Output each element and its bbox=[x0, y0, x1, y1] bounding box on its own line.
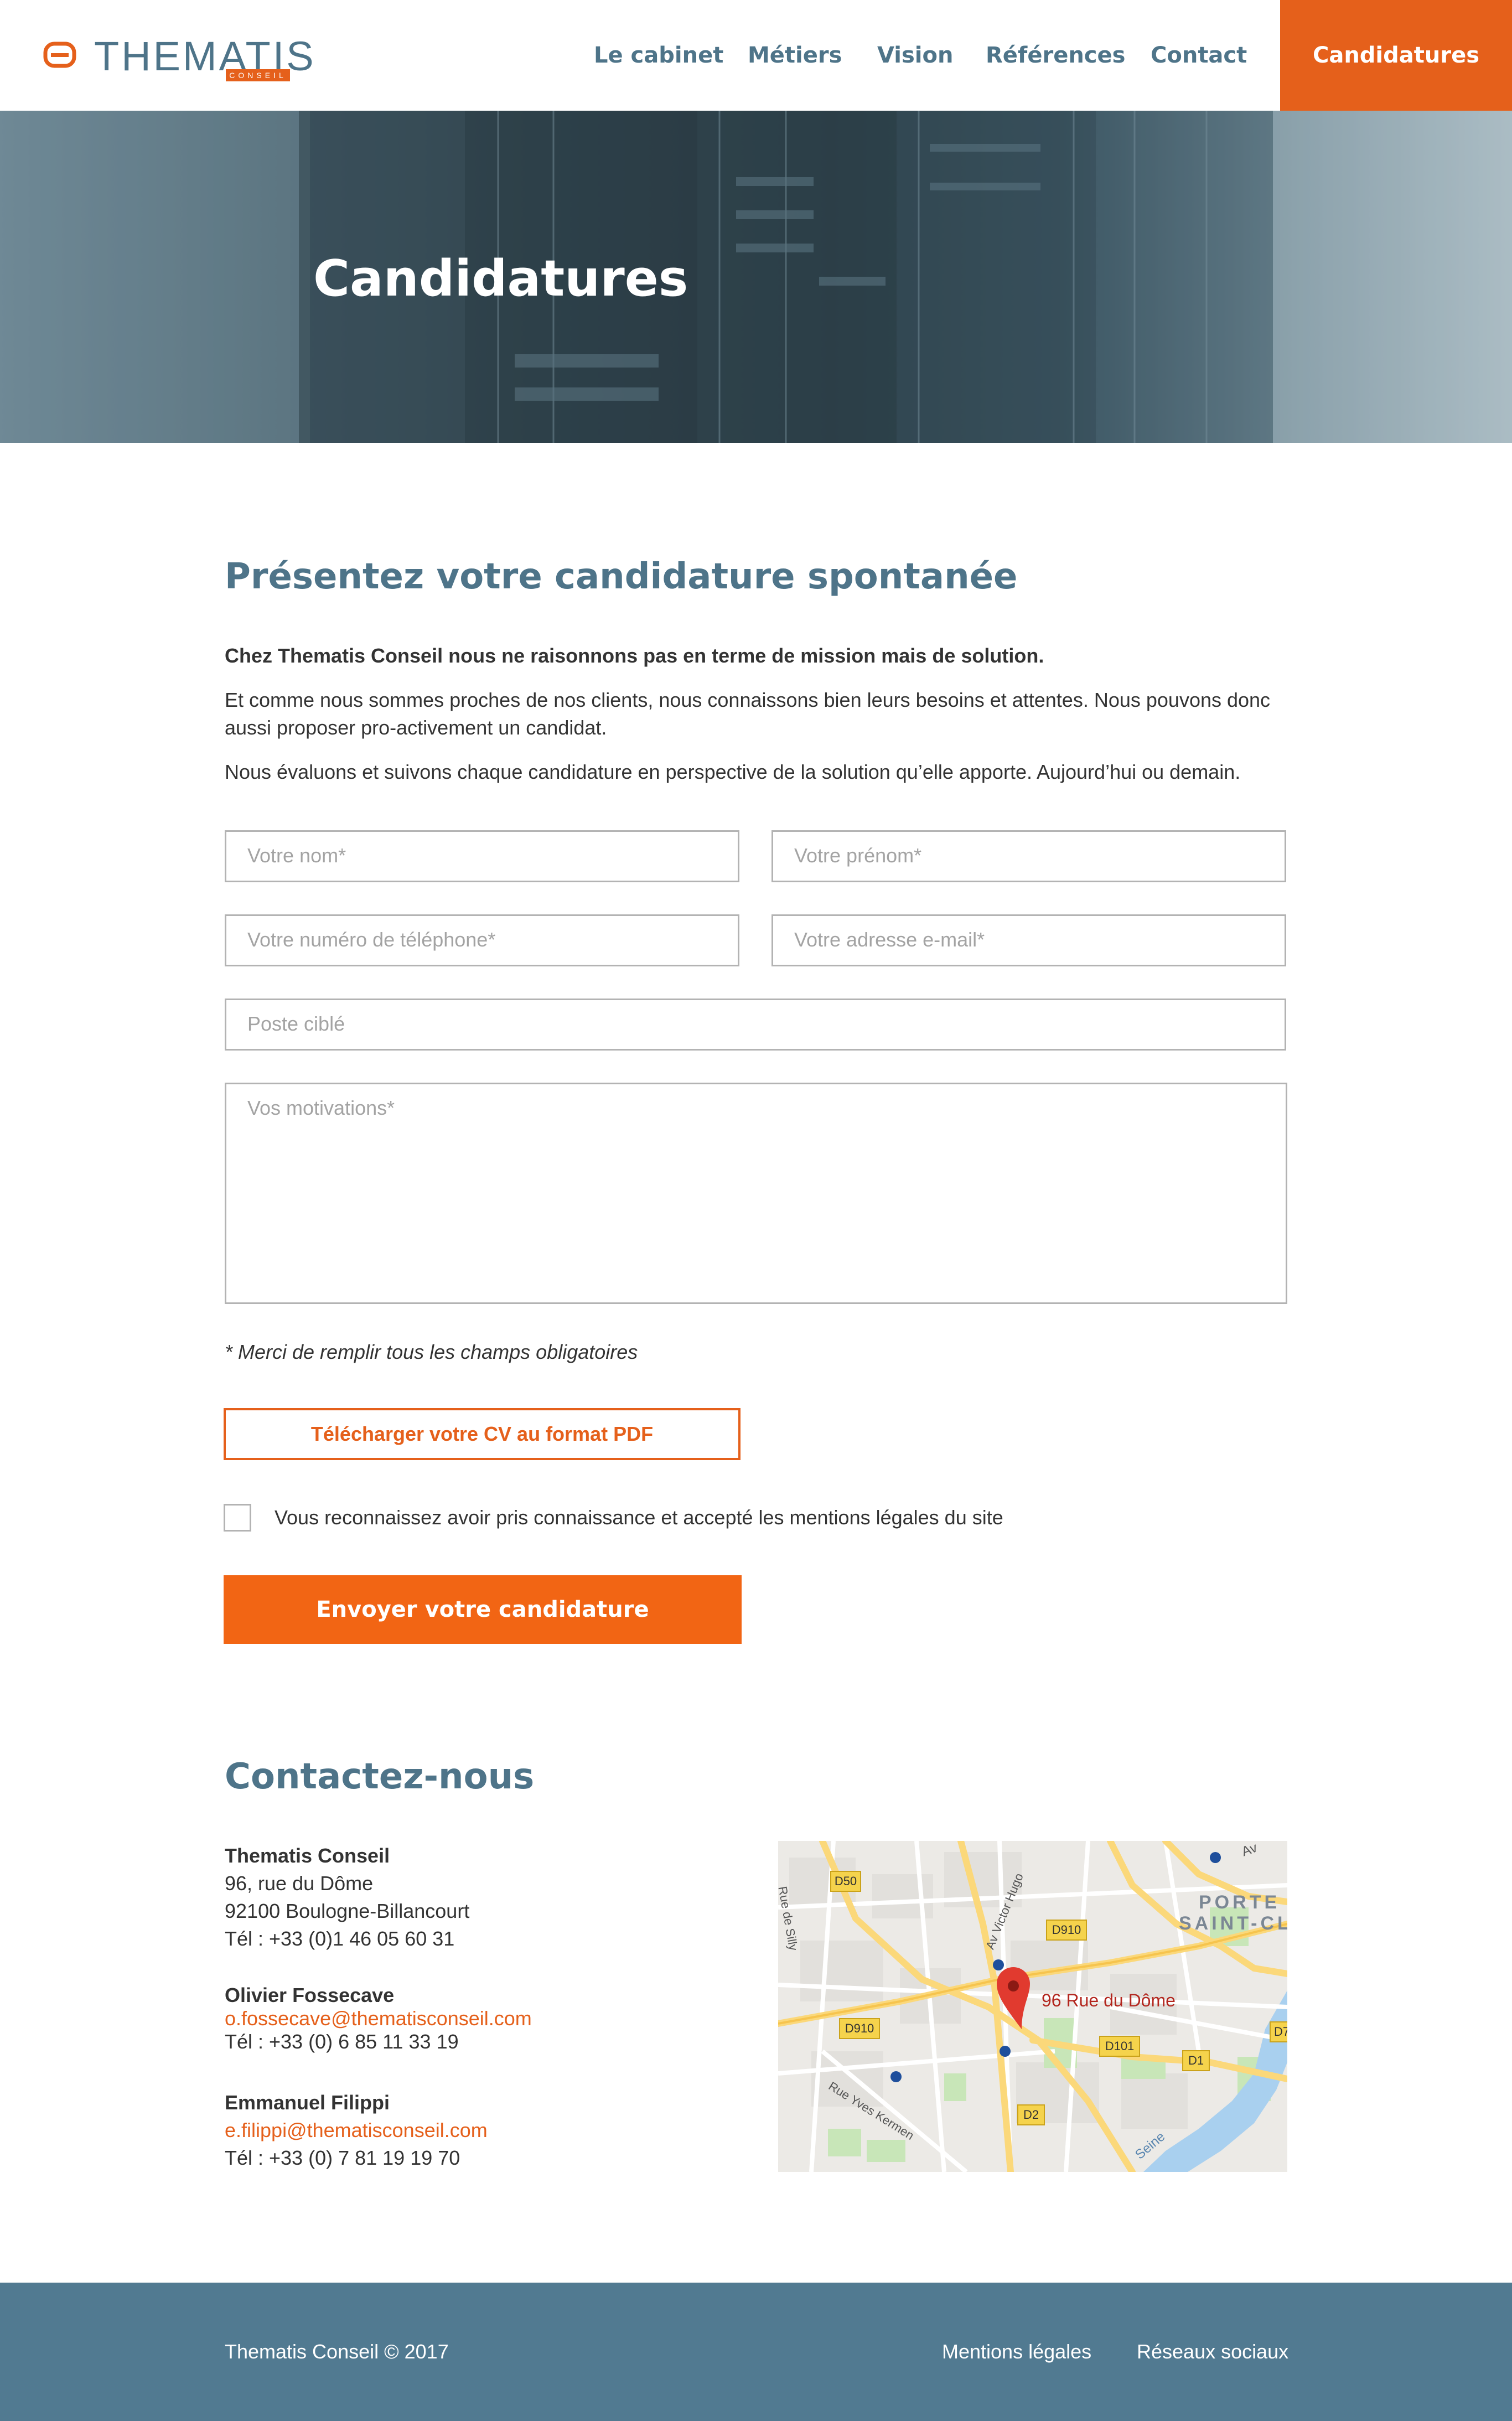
last-name-field[interactable]: Votre nom* bbox=[225, 830, 739, 882]
person1-contact-block: Olivier Fossecave o.fossecave@thematisco… bbox=[225, 1984, 532, 2053]
location-map[interactable]: D50 D910 D910 D101 D1 D2 D7 96 Rue du Dô… bbox=[778, 1841, 1287, 2172]
road-badge-d2: D2 bbox=[1017, 2104, 1045, 2125]
person2-name: Emmanuel Filippi bbox=[225, 2091, 390, 2114]
company-phone: Tél : +33 (0)1 46 05 60 31 bbox=[225, 1927, 455, 1950]
first-name-field[interactable]: Votre prénom* bbox=[771, 830, 1286, 882]
nav-references[interactable]: Références bbox=[986, 40, 1125, 71]
phone-field[interactable]: Votre numéro de téléphone* bbox=[225, 914, 739, 966]
intro-bold-text: Chez Thematis Conseil nous ne raisonnons… bbox=[225, 644, 1044, 667]
target-position-placeholder: Poste ciblé bbox=[247, 1012, 345, 1035]
company-address-line1: 96, rue du Dôme bbox=[225, 1872, 374, 1895]
footer-copyright: Thematis Conseil © 2017 bbox=[225, 2340, 449, 2363]
map-pin-label: 96 Rue du Dôme bbox=[1042, 1990, 1176, 2010]
intro-paragraph-3: Nous évaluons et suivons chaque candidat… bbox=[225, 761, 1241, 783]
person2-email-link[interactable]: e.filippi@thematisconseil.com bbox=[225, 2117, 488, 2144]
hero-server-rack-image bbox=[0, 111, 1512, 443]
nav-candidatures-button[interactable]: Candidatures bbox=[1280, 0, 1512, 111]
submit-application-button[interactable]: Envoyer votre candidature bbox=[224, 1575, 742, 1644]
phone-placeholder: Votre numéro de téléphone* bbox=[247, 928, 496, 951]
upload-cv-button[interactable]: Télécharger votre CV au format PDF bbox=[224, 1408, 741, 1460]
email-placeholder: Votre adresse e-mail* bbox=[794, 928, 985, 951]
target-position-field[interactable]: Poste ciblé bbox=[225, 999, 1286, 1051]
road-badge-d910-b: D910 bbox=[839, 2018, 880, 2039]
required-fields-note: * Merci de remplir tous les champs oblig… bbox=[225, 1341, 638, 1363]
nav-le-cabinet[interactable]: Le cabinet bbox=[594, 40, 723, 71]
road-badge-d101: D101 bbox=[1099, 2036, 1140, 2057]
company-name: Thematis Conseil bbox=[225, 1844, 390, 1867]
footer-legal-link[interactable]: Mentions légales bbox=[942, 2338, 1091, 2366]
map-label-saint-cl: SAINT-CL bbox=[1179, 1913, 1287, 1934]
person2-phone: Tél : +33 (0) 7 81 19 19 70 bbox=[225, 2146, 460, 2169]
company-contact-block: Thematis Conseil 96, rue du Dôme 92100 B… bbox=[225, 1842, 469, 1953]
first-name-placeholder: Votre prénom* bbox=[794, 844, 922, 867]
person1-email-link[interactable]: o.fossecave@thematisconseil.com bbox=[225, 2007, 532, 2030]
logo-subtitle: CONSEIL bbox=[226, 69, 290, 81]
motivation-textarea[interactable]: Vos motivations* bbox=[225, 1083, 1287, 1304]
application-heading: Présentez votre candidature spontanée bbox=[225, 556, 1018, 597]
last-name-placeholder: Votre nom* bbox=[247, 844, 346, 867]
road-badge-d7: D7 bbox=[1270, 2021, 1287, 2042]
nav-vision[interactable]: Vision bbox=[877, 40, 953, 71]
contact-heading: Contactez-nous bbox=[225, 1756, 535, 1797]
site-logo[interactable]: THEMATIS CONSEIL bbox=[43, 30, 325, 91]
person2-contact-block: Emmanuel Filippi e.filippi@thematisconse… bbox=[225, 2089, 488, 2172]
footer-social-link[interactable]: Réseaux sociaux bbox=[1137, 2338, 1288, 2366]
terms-label: Vous reconnaissez avoir pris connaissanc… bbox=[275, 1506, 1003, 1529]
motivation-placeholder: Vos motivations* bbox=[247, 1096, 395, 1119]
email-field[interactable]: Votre adresse e-mail* bbox=[771, 914, 1286, 966]
hero-banner: Candidatures bbox=[0, 111, 1512, 443]
hero-title: Candidatures bbox=[313, 250, 688, 308]
intro-paragraph-2: Et comme nous sommes proches de nos clie… bbox=[225, 689, 1271, 739]
road-badge-d50: D50 bbox=[830, 1871, 861, 1892]
road-badge-d1: D1 bbox=[1182, 2050, 1210, 2071]
road-badge-d910-a: D910 bbox=[1046, 1920, 1087, 1941]
person1-phone: Tél : +33 (0) 6 85 11 33 19 bbox=[225, 2030, 459, 2053]
map-label-porte: PORTE bbox=[1199, 1892, 1281, 1913]
logo-mark-icon bbox=[43, 42, 76, 68]
terms-checkbox[interactable] bbox=[224, 1504, 251, 1532]
company-address-line2: 92100 Boulogne-Billancourt bbox=[225, 1900, 470, 1922]
nav-metiers[interactable]: Métiers bbox=[748, 40, 842, 71]
nav-contact[interactable]: Contact bbox=[1151, 40, 1247, 71]
site-header: THEMATIS CONSEIL Le cabinet Métiers Visi… bbox=[0, 0, 1512, 111]
person1-name: Olivier Fossecave bbox=[225, 1984, 395, 2006]
